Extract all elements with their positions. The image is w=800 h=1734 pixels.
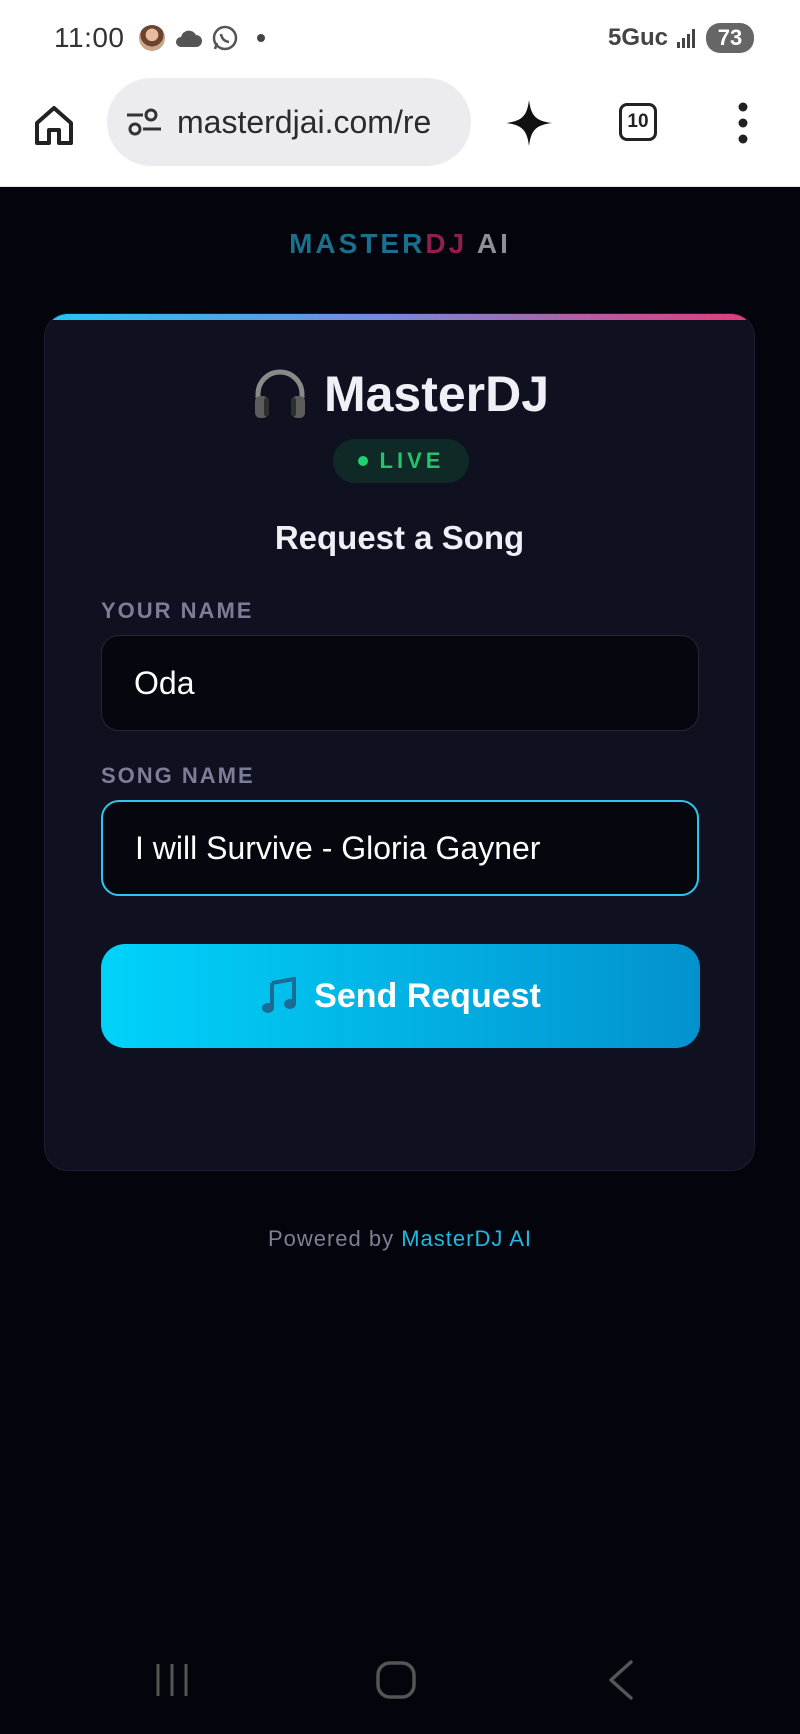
home-icon[interactable]: [32, 103, 76, 147]
send-request-label: Send Request: [314, 976, 541, 1015]
system-nav-bar: [0, 1640, 800, 1720]
address-bar[interactable]: masterdjai.com/re: [107, 78, 471, 166]
send-request-button[interactable]: Send Request: [101, 944, 700, 1048]
card-title: MasterDJ: [45, 364, 754, 424]
brand-part-ai: AI: [467, 228, 511, 259]
browser-toolbar: masterdjai.com/re 10: [0, 76, 800, 187]
song-field-label: SONG NAME: [101, 763, 255, 788]
network-type: 5Guc: [607, 24, 668, 51]
nav-home-icon[interactable]: [375, 1660, 417, 1700]
request-card: MasterDJ LIVE Request a Song YOUR NAME S…: [44, 313, 755, 1171]
whatsapp-icon: [212, 25, 237, 51]
live-badge: LIVE: [333, 439, 469, 483]
footer-link[interactable]: MasterDJ AI: [401, 1226, 532, 1251]
song-input[interactable]: [101, 800, 699, 896]
status-time: 11:00: [54, 22, 125, 53]
sparkle-icon[interactable]: [504, 98, 554, 148]
form-heading: Request a Song: [274, 519, 525, 556]
recent-apps-icon[interactable]: [152, 1660, 192, 1700]
name-field-label: YOUR NAME: [101, 598, 254, 623]
music-note-icon: [262, 977, 297, 1013]
powered-by-footer: Powered by MasterDJ AI: [0, 1226, 800, 1252]
app-title: MasterDJ: [323, 366, 550, 422]
live-dot-icon: [357, 456, 368, 466]
tab-switcher-button[interactable]: 10: [619, 103, 657, 141]
contact-avatar-icon: [138, 25, 165, 51]
status-right: 5Guc 73: [608, 23, 754, 53]
notification-icons: [138, 24, 265, 52]
signal-icon: [677, 29, 695, 48]
name-input[interactable]: [101, 635, 699, 731]
site-settings-icon[interactable]: [125, 107, 163, 137]
brand-logo: MASTERDJ AI: [0, 228, 800, 260]
url-text: masterdjai.com/re: [177, 103, 432, 140]
cloud-icon: [175, 30, 202, 47]
headphones-icon: [254, 369, 305, 418]
more-options-icon[interactable]: [733, 101, 753, 145]
footer-prefix: Powered by: [267, 1226, 402, 1251]
more-notifications-dot-icon: [256, 34, 265, 42]
battery-level: 73: [706, 23, 754, 53]
tab-count: 10: [627, 111, 649, 132]
brand-part-dj: DJ: [425, 228, 468, 259]
live-text: LIVE: [379, 448, 445, 473]
status-bar: 11:00 5Guc 73: [0, 0, 800, 76]
card-gradient-bar: [45, 314, 754, 320]
brand-part-master: MASTER: [289, 228, 426, 259]
back-icon[interactable]: [603, 1658, 639, 1702]
